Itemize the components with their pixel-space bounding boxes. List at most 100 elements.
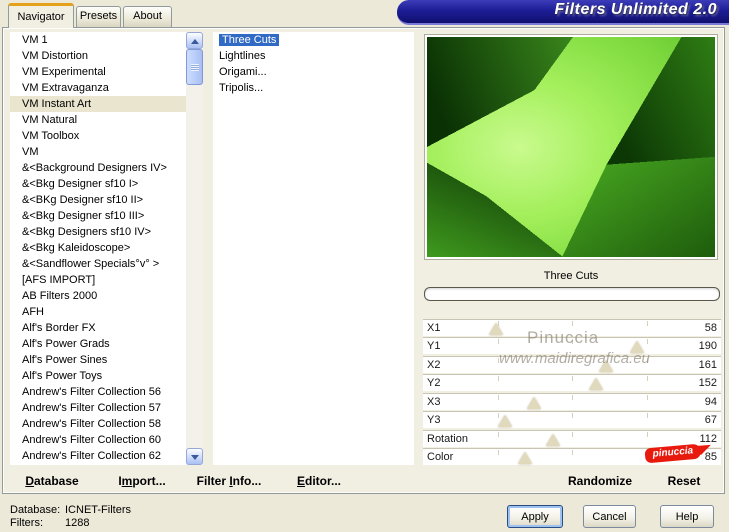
slider-thumb[interactable] <box>489 323 503 335</box>
slider-row-y1[interactable]: Y1 190 <box>423 337 721 354</box>
collection-item[interactable]: Andrew's Filter Collection 58 <box>10 416 186 432</box>
slider-tick <box>497 339 499 344</box>
collection-item[interactable]: VM Extravaganza <box>10 80 186 96</box>
slider-row-x2[interactable]: X2 161 <box>423 356 721 373</box>
title-banner: Filters Unlimited 2.0 <box>397 0 729 25</box>
scroll-up-button[interactable] <box>186 32 203 49</box>
collection-item[interactable]: &<Background Designers IV> <box>10 160 186 176</box>
collection-item[interactable]: &<Bkg Designer sf10 III> <box>10 208 186 224</box>
slider-thumb[interactable] <box>527 397 541 409</box>
slider-value: 190 <box>698 340 717 352</box>
slider-tick <box>572 413 573 418</box>
filters-list[interactable]: Three Cuts Lightlines Origami... Tripolis..… <box>213 32 414 465</box>
import-button[interactable]: Import... <box>109 470 175 492</box>
filter-info-button[interactable]: Filter Info... <box>189 470 269 492</box>
help-button[interactable]: Help <box>660 505 714 528</box>
collection-item[interactable]: Alf's Power Grads <box>10 336 186 352</box>
slider-label: Rotation <box>427 433 468 445</box>
collection-item[interactable]: Andrew's Filter Collection 57 <box>10 400 186 416</box>
slider-tick <box>572 321 573 326</box>
collection-item[interactable]: AFH <box>10 304 186 320</box>
slider-tick <box>572 450 573 455</box>
editor-button[interactable]: Editor... <box>288 470 350 492</box>
collection-item[interactable]: VM Toolbox <box>10 128 186 144</box>
status-filters-value: 1288 <box>65 517 90 529</box>
tab-navigator-label: Navigator <box>17 11 65 23</box>
slider-label: Y1 <box>427 340 441 352</box>
slider-value: 58 <box>704 322 717 334</box>
collection-item[interactable]: &<Bkg Designer sf10 I> <box>10 176 186 192</box>
status-database-value: ICNET-Filters <box>65 504 131 516</box>
collections-list[interactable]: VM 1 VM Distortion VM Experimental VM Extra… <box>10 32 186 465</box>
collection-item[interactable]: &<Bkg Designers sf10 IV> <box>10 224 186 240</box>
slider-tick <box>497 432 499 437</box>
slider-tick <box>646 321 648 326</box>
slider-tick <box>646 339 648 344</box>
collection-item[interactable]: Alf's Power Toys <box>10 368 186 384</box>
slider-value: 161 <box>698 359 717 371</box>
slider-label: X1 <box>427 322 441 334</box>
app-title: Filters Unlimited 2.0 <box>554 1 717 18</box>
status-database-label: Database: <box>10 504 61 516</box>
slider-tick <box>646 395 648 400</box>
preview-caption: Three Cuts <box>543 270 599 282</box>
collection-item[interactable]: &<BKg Designer sf10 II> <box>10 192 186 208</box>
slider-thumb[interactable] <box>599 360 613 372</box>
scroll-down-button[interactable] <box>186 448 203 465</box>
progress-bar <box>424 287 720 301</box>
slider-label: Y3 <box>427 414 441 426</box>
collection-item[interactable]: VM <box>10 144 186 160</box>
collection-item[interactable]: [AFS IMPORT] <box>10 272 186 288</box>
slider-tick <box>646 413 648 418</box>
tab-presets[interactable]: Presets <box>76 6 121 27</box>
slider-tick <box>646 432 648 437</box>
slider-thumb[interactable] <box>546 434 560 446</box>
tab-presets-label: Presets <box>79 10 118 22</box>
slider-thumb[interactable] <box>630 341 644 353</box>
collection-item[interactable]: VM Distortion <box>10 48 186 64</box>
database-button[interactable]: Database <box>17 470 87 492</box>
collections-scrollbar[interactable] <box>186 32 203 465</box>
slider-row-x1[interactable]: X1 58 <box>423 319 721 336</box>
reset-button[interactable]: Reset <box>655 470 713 492</box>
slider-thumb[interactable] <box>498 415 512 427</box>
slider-row-y2[interactable]: Y2 152 <box>423 374 721 391</box>
randomize-button[interactable]: Randomize <box>553 470 647 492</box>
slider-tick <box>572 376 573 381</box>
navigator-page: VM 1 VM Distortion VM Experimental VM Extra… <box>2 27 725 494</box>
tab-about[interactable]: About <box>123 6 172 27</box>
apply-button[interactable]: Apply <box>507 505 563 528</box>
slider-tick <box>646 358 648 363</box>
slider-row-x3[interactable]: X3 94 <box>423 393 721 410</box>
collection-item[interactable]: VM 1 <box>10 32 186 48</box>
collection-item[interactable]: AB Filters 2000 <box>10 288 186 304</box>
collection-item[interactable]: VM Experimental <box>10 64 186 80</box>
slider-tick <box>497 395 499 400</box>
filter-item[interactable]: Origami... <box>213 64 414 80</box>
collection-item[interactable]: Andrew's Filter Collection 60 <box>10 432 186 448</box>
slider-thumb[interactable] <box>518 452 532 464</box>
slider-tick <box>572 358 573 363</box>
slider-tick <box>497 358 499 363</box>
slider-row-rotation[interactable]: Rotation 112 <box>423 430 721 447</box>
collection-item[interactable]: Andrew's Filter Collection 62 <box>10 448 186 464</box>
slider-row-y3[interactable]: Y3 67 <box>423 411 721 428</box>
collection-item[interactable]: VM Instant Art <box>10 96 186 112</box>
slider-thumb[interactable] <box>589 378 603 390</box>
collection-item[interactable]: &<Bkg Kaleidoscope> <box>10 240 186 256</box>
collection-item[interactable]: Andrew's Filter Collection 56 <box>10 384 186 400</box>
collection-item[interactable]: Alf's Power Sines <box>10 352 186 368</box>
slider-label: Color <box>427 451 454 463</box>
tab-navigator[interactable]: Navigator <box>8 3 74 28</box>
collection-item[interactable]: VM Natural <box>10 112 186 128</box>
slider-value: 67 <box>704 414 717 426</box>
filter-item[interactable]: Lightlines <box>213 48 414 64</box>
slider-tick <box>572 395 573 400</box>
collection-item[interactable]: &<Sandflower Specials°v° > <box>10 256 186 272</box>
filter-item[interactable]: Tripolis... <box>213 80 414 96</box>
scroll-thumb[interactable] <box>186 49 203 85</box>
slider-value: 94 <box>704 396 717 408</box>
cancel-button[interactable]: Cancel <box>583 505 636 528</box>
collection-item[interactable]: Alf's Border FX <box>10 320 186 336</box>
filter-item[interactable]: Three Cuts <box>213 32 414 48</box>
